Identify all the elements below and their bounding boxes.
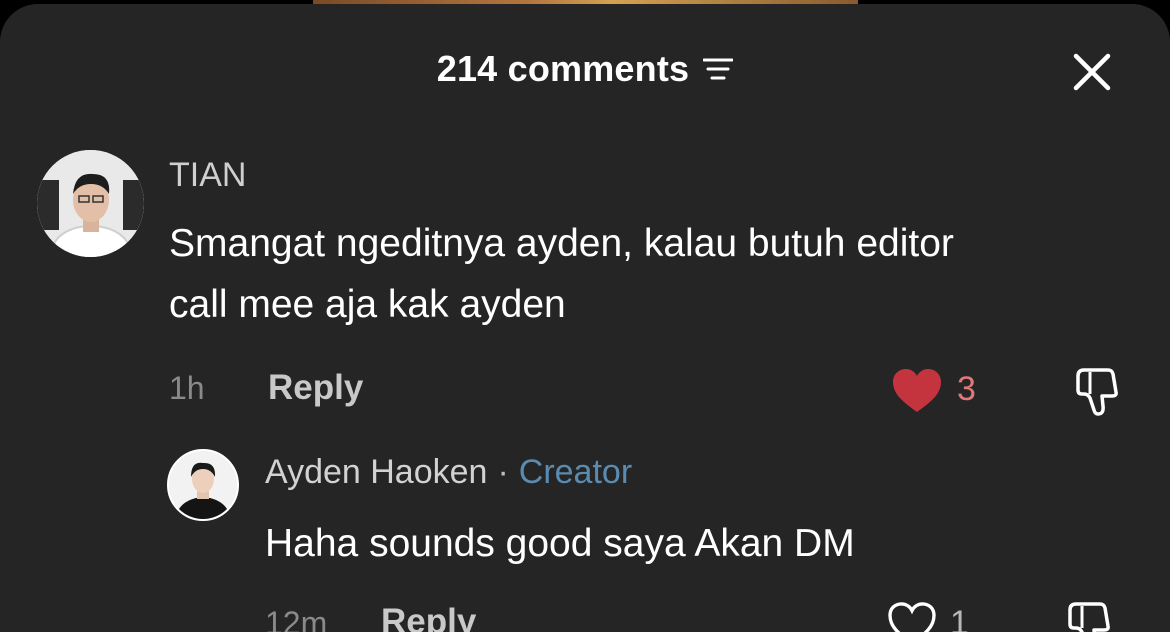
sort-lines-icon[interactable] bbox=[703, 57, 734, 81]
reply-button[interactable]: Reply bbox=[381, 602, 476, 632]
comment-text-line: Smangat ngeditnya ayden, kalau butuh edi… bbox=[169, 222, 954, 265]
comment-text: Smangat ngeditnya ayden, kalau butuh edi… bbox=[169, 213, 1149, 335]
comments-count-title: 214 comments bbox=[436, 48, 690, 89]
reply-author-name[interactable]: Ayden Haoken bbox=[265, 453, 487, 492]
reply-text: Haha sounds good saya Akan DM bbox=[265, 522, 855, 565]
close-button[interactable] bbox=[1068, 48, 1116, 96]
thumbs-down-icon[interactable] bbox=[1072, 366, 1124, 418]
like-count: 1 bbox=[950, 604, 969, 632]
comment-author-name[interactable]: TIAN bbox=[169, 156, 246, 195]
heart-filled-icon[interactable] bbox=[891, 368, 943, 414]
comments-header: 214 comments bbox=[0, 48, 1170, 90]
separator-dot: · bbox=[497, 453, 509, 491]
like-count: 3 bbox=[957, 370, 976, 408]
reply-timestamp: 12m bbox=[265, 605, 328, 632]
comment-timestamp: 1h bbox=[169, 370, 205, 406]
reply-author-line: Ayden Haoken · Creator bbox=[265, 453, 632, 492]
comments-sheet: 214 comments TIAN Smangat ngeditnya ayde… bbox=[0, 4, 1170, 632]
heart-outline-icon[interactable] bbox=[887, 602, 937, 632]
reply-button[interactable]: Reply bbox=[268, 368, 363, 408]
avatar-ayden-haoken[interactable] bbox=[167, 449, 239, 521]
creator-badge: Creator bbox=[518, 453, 633, 491]
close-icon bbox=[1073, 53, 1111, 91]
thumbs-down-icon[interactable] bbox=[1064, 600, 1116, 632]
comment-text-line: call mee aja kak ayden bbox=[169, 283, 566, 326]
avatar-tian[interactable] bbox=[37, 150, 144, 257]
